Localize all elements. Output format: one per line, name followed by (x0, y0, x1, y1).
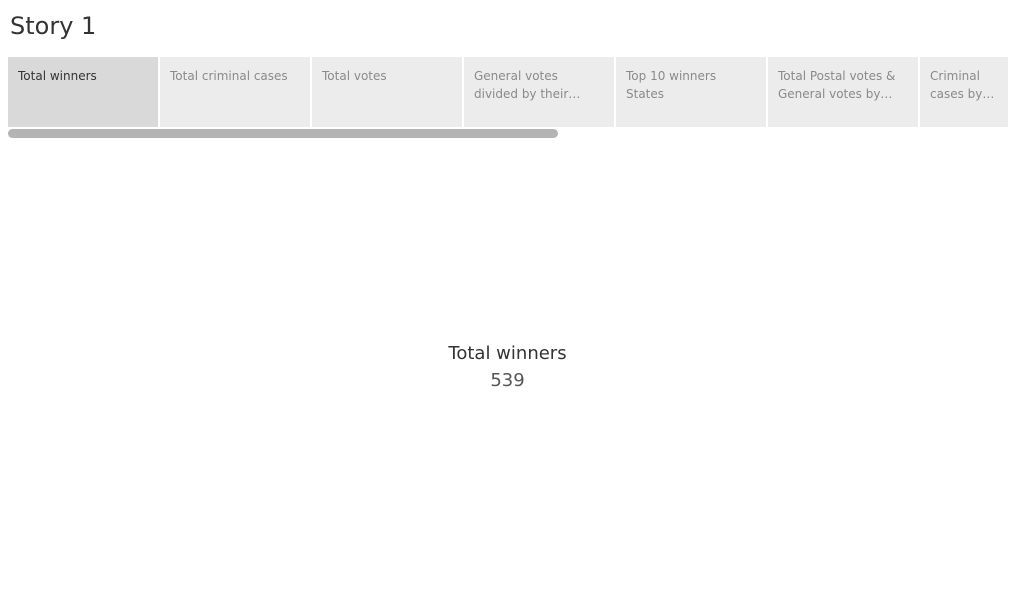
story-point-total-criminal-cases[interactable]: Total criminal cases (160, 57, 310, 127)
kpi-card: Total winners 539 (0, 341, 1015, 395)
story-point-top-10-winners-states[interactable]: Top 10 winners States (616, 57, 766, 127)
story-point-criminal-cases-by-state[interactable]: Criminal cases by sta.. (920, 57, 1008, 127)
story-navigator: Total winners Total criminal cases Total… (8, 57, 1008, 127)
story-point-label: Total criminal cases (170, 69, 288, 83)
kpi-value: 539 (490, 370, 525, 391)
story-point-label: General votes divided by their Education… (474, 69, 569, 101)
story-point-label: Total winners (18, 69, 97, 83)
story-point-postal-general-votes[interactable]: Total Postal votes & General votes by st… (768, 57, 918, 127)
navigator-scrollbar[interactable] (8, 129, 558, 138)
story-point-total-votes[interactable]: Total votes (312, 57, 462, 127)
story-title: Story 1 (10, 12, 97, 40)
kpi-label: Total winners (448, 343, 567, 364)
story-point-general-votes-education[interactable]: General votes divided by their Education… (464, 57, 614, 127)
story-point-total-winners[interactable]: Total winners (8, 57, 158, 127)
story-point-label: Top 10 winners States (626, 69, 717, 101)
story-point-label: Total votes (322, 69, 387, 83)
story-point-label: Total Postal votes & General votes by st… (778, 69, 896, 101)
story-point-label: Criminal cases by sta.. (930, 69, 983, 101)
